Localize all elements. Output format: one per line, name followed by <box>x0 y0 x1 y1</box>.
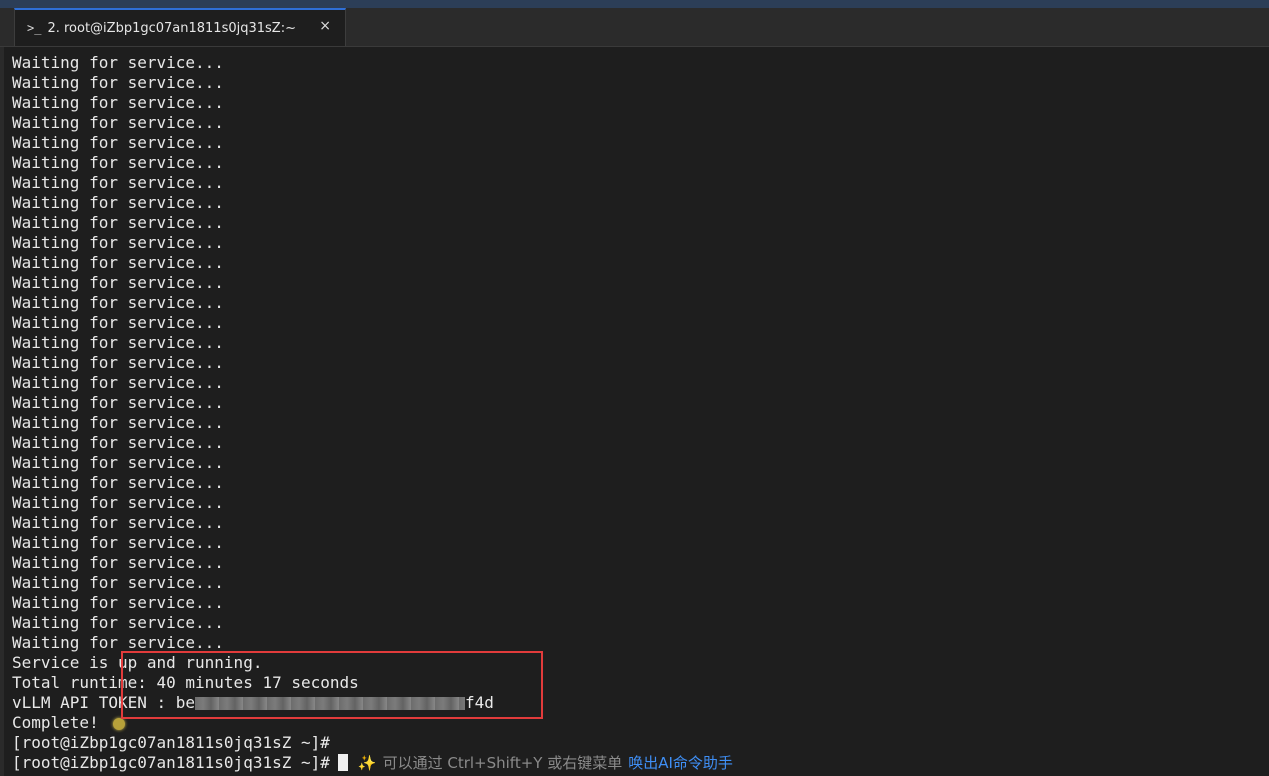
text-cursor <box>337 754 348 771</box>
waiting-line: Waiting for service... <box>12 613 224 632</box>
waiting-line: Waiting for service... <box>12 73 224 92</box>
waiting-line: Waiting for service... <box>12 513 224 532</box>
waiting-line: Waiting for service... <box>12 273 224 292</box>
complete-line: Complete! <box>12 713 1262 733</box>
window-top-strip <box>0 0 1269 8</box>
waiting-line: Waiting for service... <box>12 633 224 652</box>
waiting-line: Waiting for service... <box>12 493 224 512</box>
prompt-line-1: [root@iZbp1gc07an1811s0jq31sZ ~]# <box>12 733 330 752</box>
tab-title: 2. root@iZbp1gc07an1811s0jq31sZ:~ <box>47 20 296 36</box>
ai-assistant-link[interactable]: 唤出AI命令助手 <box>628 754 733 772</box>
waiting-lines: Waiting for service... Waiting for servic… <box>12 53 1262 653</box>
prompt-text: [root@iZbp1gc07an1811s0jq31sZ ~]# <box>12 753 330 772</box>
waiting-line: Waiting for service... <box>12 433 224 452</box>
waiting-line: Waiting for service... <box>12 233 224 252</box>
terminal-prompt-icon: >_ <box>27 21 42 35</box>
waiting-line: Waiting for service... <box>12 573 224 592</box>
lightbulb-icon[interactable] <box>112 717 125 730</box>
waiting-line: Waiting for service... <box>12 533 224 552</box>
waiting-line: Waiting for service... <box>12 133 224 152</box>
token-prefix: vLLM API TOKEN : be <box>12 693 196 712</box>
waiting-line: Waiting for service... <box>12 373 224 392</box>
tab-terminal-session[interactable]: >_ 2. root@iZbp1gc07an1811s0jq31sZ:~ × <box>14 8 346 46</box>
terminal-output[interactable]: Waiting for service... Waiting for servic… <box>12 53 1262 776</box>
waiting-line: Waiting for service... <box>12 413 224 432</box>
waiting-line: Waiting for service... <box>12 393 224 412</box>
prompt-line-2[interactable]: [root@iZbp1gc07an1811s0jq31sZ ~]# ✨ 可以通过 C… <box>12 753 1262 773</box>
runtime-line: Total runtime: 40 minutes 17 seconds <box>12 673 359 692</box>
waiting-line: Waiting for service... <box>12 473 224 492</box>
waiting-line: Waiting for service... <box>12 333 224 352</box>
token-line: vLLM API TOKEN : be f4d <box>12 693 1262 713</box>
waiting-line: Waiting for service... <box>12 213 224 232</box>
waiting-line: Waiting for service... <box>12 113 224 132</box>
waiting-line: Waiting for service... <box>12 593 224 612</box>
waiting-line: Waiting for service... <box>12 553 224 572</box>
waiting-line: Waiting for service... <box>12 293 224 312</box>
left-gutter <box>0 47 4 776</box>
service-status-line: Service is up and running. <box>12 653 263 672</box>
sparkle-icon: ✨ <box>357 754 377 772</box>
close-icon[interactable]: × <box>319 18 331 34</box>
waiting-line: Waiting for service... <box>12 313 224 332</box>
waiting-line: Waiting for service... <box>12 173 224 192</box>
token-suffix: f4d <box>465 693 494 712</box>
ai-hint-text: 可以通过 Ctrl+Shift+Y 或右键菜单 <box>382 754 623 772</box>
redacted-token <box>195 697 466 710</box>
waiting-line: Waiting for service... <box>12 53 224 72</box>
complete-text: Complete! <box>12 713 99 732</box>
waiting-line: Waiting for service... <box>12 353 224 372</box>
waiting-line: Waiting for service... <box>12 253 224 272</box>
waiting-line: Waiting for service... <box>12 153 224 172</box>
tab-bar: >_ 2. root@iZbp1gc07an1811s0jq31sZ:~ × <box>0 8 1269 47</box>
waiting-line: Waiting for service... <box>12 453 224 472</box>
waiting-line: Waiting for service... <box>12 193 224 212</box>
waiting-line: Waiting for service... <box>12 93 224 112</box>
